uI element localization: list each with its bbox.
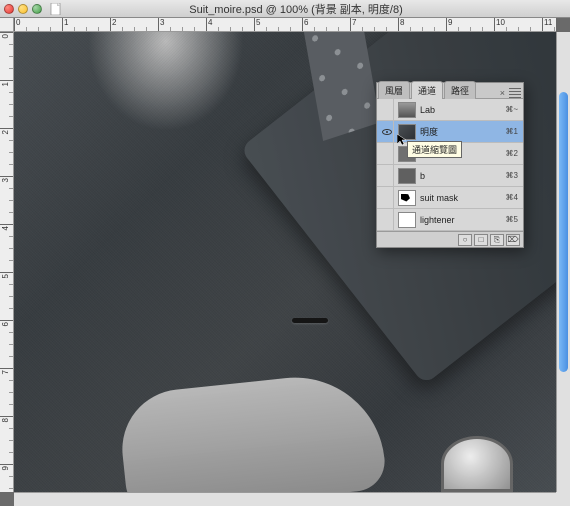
channel-name-label: Lab [420,105,505,115]
channel-thumbnail[interactable] [398,168,416,184]
image-watch-region [441,436,513,492]
visibility-toggle[interactable] [380,143,394,164]
vertical-ruler[interactable]: 0 1 2 3 4 5 6 7 8 9 [0,32,14,492]
channel-row-lab[interactable]: Lab⌘~ [377,99,523,121]
channel-shortcut-label: ⌘1 [506,127,518,136]
ruler-tick-label: 6 [304,18,308,27]
load-selection-button[interactable]: ○ [458,234,472,246]
ruler-tick-label: 2 [1,130,10,134]
close-window-button[interactable] [4,4,14,14]
channel-shortcut-label: ⌘4 [506,193,518,202]
panel-tabstrip: 風層 通道 路徑 × [377,83,523,99]
ruler-tick-label: 9 [448,18,452,27]
ruler-tick-label: 0 [16,18,20,27]
channel-thumbnail[interactable] [398,212,416,228]
tab-layers[interactable]: 風層 [378,81,410,99]
ruler-tick-label: 3 [160,18,164,27]
channel-row-明度[interactable]: 明度⌘1通道縮覽圖 [377,121,523,143]
tab-paths[interactable]: 路徑 [444,81,476,99]
ruler-tick-label: 6 [1,322,10,326]
ruler-tick-label: 8 [1,418,10,422]
channel-shortcut-label: ⌘3 [506,171,518,180]
horizontal-scrollbar[interactable] [14,492,556,506]
horizontal-ruler[interactable]: 0 1 2 3 4 5 6 7 8 9 10 11 [14,18,556,32]
channel-shortcut-label: ⌘2 [506,149,518,158]
new-channel-button[interactable]: ⎘ [490,234,504,246]
ruler-tick-label: 2 [112,18,116,27]
ruler-tick-label: 1 [1,82,10,86]
ruler-tick-label: 5 [1,274,10,278]
visibility-toggle[interactable] [380,209,394,230]
channels-panel[interactable]: 風層 通道 路徑 × Lab⌘~明度⌘1通道縮覽圖a⌘2b⌘3suit mask… [376,82,524,248]
ruler-tick-label: 1 [64,18,68,27]
channel-name-label: b [420,171,506,181]
cursor-icon [397,134,407,146]
ruler-tick-label: 10 [496,18,505,27]
panel-footer: ○□⎘⌦ [377,231,523,247]
ruler-tick-label: 0 [1,34,10,38]
tooltip: 通道縮覽圖 [407,141,462,158]
delete-channel-button[interactable]: ⌦ [506,234,520,246]
visibility-toggle[interactable] [380,121,394,142]
eye-icon [382,129,392,135]
channel-thumbnail[interactable] [398,190,416,206]
panel-menu-icon[interactable] [509,88,521,98]
channel-name-label: suit mask [420,193,506,203]
ruler-origin[interactable] [0,18,14,32]
panel-collapse-icon[interactable]: × [500,88,505,98]
channel-shortcut-label: ⌘5 [506,215,518,224]
vertical-scrollbar[interactable] [556,32,570,492]
ruler-tick-label: 9 [1,466,10,470]
ruler-tick-label: 7 [1,370,10,374]
save-selection-button[interactable]: □ [474,234,488,246]
visibility-toggle[interactable] [380,187,394,208]
channel-name-label: 明度 [420,125,506,138]
channel-name-label: lightener [420,215,506,225]
scroll-corner [556,492,570,506]
channel-row-suit-mask[interactable]: suit mask⌘4 [377,187,523,209]
ruler-tick-label: 5 [256,18,260,27]
ruler-tick-label: 8 [400,18,404,27]
ruler-tick-label: 3 [1,178,10,182]
channel-thumbnail[interactable] [398,102,416,118]
channel-list: Lab⌘~明度⌘1通道縮覽圖a⌘2b⌘3suit mask⌘4lightener… [377,99,523,231]
channel-shortcut-label: ⌘~ [505,105,518,114]
visibility-toggle[interactable] [380,165,394,186]
ruler-tick-label: 4 [208,18,212,27]
image-buttonhole [292,318,328,323]
channel-row-lightener[interactable]: lightener⌘5 [377,209,523,231]
vertical-scroll-thumb[interactable] [559,92,568,372]
window-title: Suit_moire.psd @ 100% (背景 副本, 明度/8) [26,1,566,17]
tab-channels[interactable]: 通道 [411,81,443,99]
ruler-tick-label: 4 [1,226,10,230]
visibility-toggle[interactable] [380,99,394,120]
ruler-tick-label: 7 [352,18,356,27]
ruler-tick-label: 11 [544,18,552,27]
title-bar[interactable]: Suit_moire.psd @ 100% (背景 副本, 明度/8) [0,0,570,18]
channel-row-b[interactable]: b⌘3 [377,165,523,187]
